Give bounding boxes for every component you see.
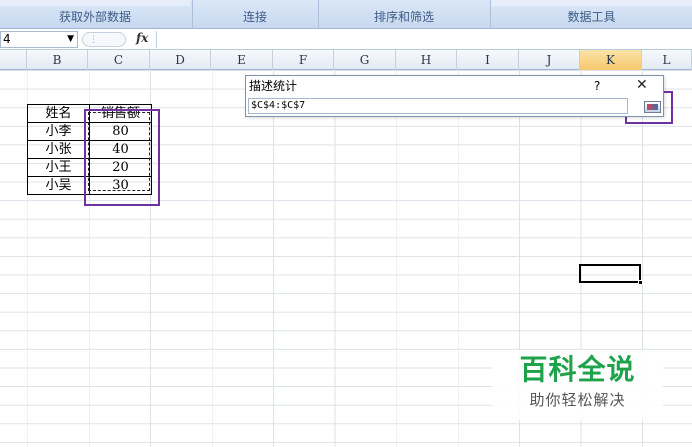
column-header-i[interactable]: I [457,50,519,70]
ribbon-group-labels: 获取外部数据 连接 排序和筛选 数据工具 [0,0,692,29]
cell-name[interactable]: 小张 [27,140,90,159]
dialog-title: 描述统计 [249,79,298,93]
chevron-down-icon[interactable]: ▼ [67,32,74,47]
help-icon[interactable]: ? [594,79,600,94]
insert-function-icon[interactable]: fx [136,31,148,45]
column-header-d[interactable]: D [150,50,211,70]
watermark-subtitle: 助你轻松解决 [529,391,626,409]
column-header-row: B C D E F G H I J K L [0,50,692,70]
name-box[interactable]: 4 ▼ [0,31,78,48]
header-cell-name[interactable]: 姓名 [27,104,90,123]
column-header-k[interactable]: K [580,50,642,70]
cell-name[interactable]: 小吴 [27,176,90,195]
watermark: 百科全说 助你轻松解决 [492,350,663,420]
expand-dialog-button[interactable] [644,101,661,113]
column-header-g[interactable]: G [334,50,396,70]
column-header-f[interactable]: F [273,50,334,70]
descriptive-statistics-dialog: 描述统计 ? ✕ $C$4:$C$7 [245,75,664,117]
column-header-b[interactable]: B [27,50,88,70]
formula-bar-splitter[interactable]: ⋮ [82,32,126,47]
input-range-field[interactable]: $C$4:$C$7 [248,98,628,114]
active-cell[interactable] [579,264,643,285]
cell-name[interactable]: 小王 [27,158,90,177]
ribbon-group-connections[interactable]: 连接 [193,7,317,27]
column-header-h[interactable]: H [396,50,457,70]
ribbon-group-data-tools[interactable]: 数据工具 [491,7,692,27]
ribbon-group-sort-filter[interactable]: 排序和筛选 [319,7,489,27]
annotation-highlight-range [84,109,160,206]
ribbon-strip [490,0,692,6]
column-header-l[interactable]: L [642,50,692,70]
watermark-title: 百科全说 [519,353,636,386]
formula-bar: 4 ▼ ⋮ fx [0,29,692,50]
formula-input[interactable] [156,31,692,48]
column-header-j[interactable]: J [519,50,580,70]
ribbon-group-get-external-data[interactable]: 获取外部数据 [0,7,190,27]
close-icon[interactable]: ✕ [636,77,648,94]
name-box-value: 4 [3,32,11,46]
column-header-e[interactable]: E [211,50,273,70]
grip-icon: ⋮ [89,35,98,45]
column-header-partial[interactable] [0,50,27,70]
cell-name[interactable]: 小李 [27,122,90,141]
ribbon-strip [0,0,190,6]
range-picker-icon [647,104,658,110]
column-header-c[interactable]: C [88,50,150,70]
fill-handle[interactable] [638,280,643,285]
